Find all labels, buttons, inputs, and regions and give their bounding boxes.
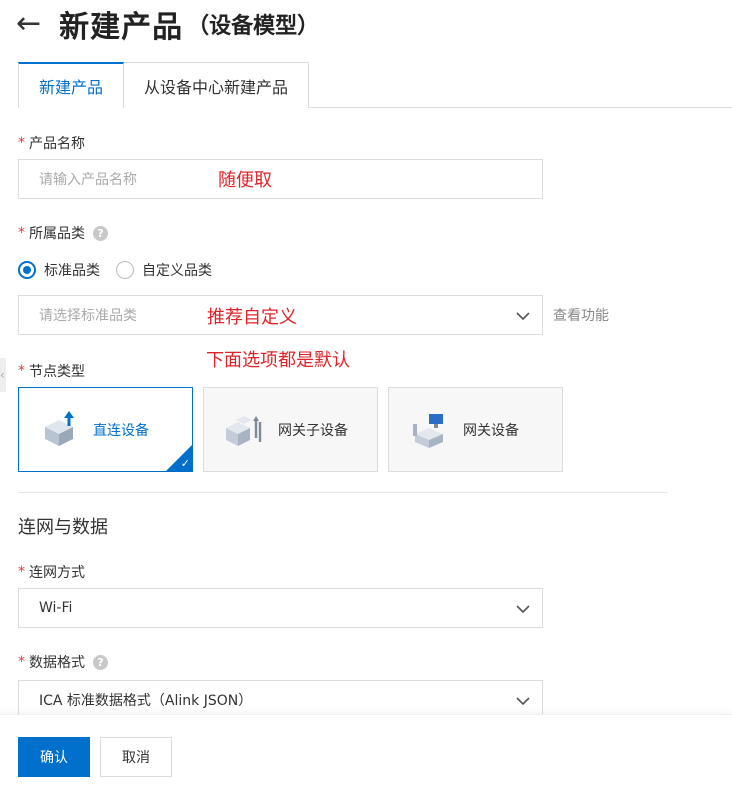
- data-format-value: ICA 标准数据格式（Alink JSON）: [39, 693, 253, 709]
- chevron-down-icon: [516, 312, 530, 321]
- node-type-label: * 节点类型: [18, 363, 85, 380]
- annotation-category: 推荐自定义: [207, 307, 297, 328]
- network-section-title: 连网与数据: [18, 517, 108, 538]
- view-features-link[interactable]: 查看功能: [553, 305, 609, 325]
- node-option-gateway-subdevice[interactable]: 网关子设备: [203, 387, 378, 472]
- radio-custom-category[interactable]: [116, 261, 134, 279]
- node-option-direct-device[interactable]: 直连设备 ✓: [18, 387, 193, 472]
- network-method-select[interactable]: Wi-Fi: [18, 588, 543, 628]
- data-format-label: * 数据格式 ?: [18, 652, 108, 672]
- required-asterisk: *: [18, 654, 25, 670]
- check-icon: ✓: [180, 457, 190, 470]
- category-radio-group: 标准品类 自定义品类: [18, 260, 228, 280]
- radio-standard-category[interactable]: [18, 261, 36, 279]
- network-method-value: Wi-Fi: [39, 600, 73, 616]
- product-name-label: * 产品名称: [18, 135, 85, 152]
- tab-new-product[interactable]: 新建产品: [18, 62, 125, 109]
- page-subtitle: （设备模型）: [187, 14, 320, 39]
- confirm-button[interactable]: 确认: [18, 737, 90, 777]
- node-option-gateway-device-label: 网关设备: [463, 422, 519, 439]
- node-option-gateway-device[interactable]: 网关设备: [388, 387, 563, 472]
- category-select-placeholder: 请选择标准品类: [39, 308, 137, 324]
- footer-bar: 确认 取消: [0, 714, 732, 786]
- side-collapse-handle[interactable]: ‹: [0, 358, 6, 392]
- tab-bar: 新建产品 从设备中心新建产品: [18, 62, 732, 109]
- product-name-input[interactable]: 请输入产品名称: [18, 159, 543, 199]
- gateway-subdevice-icon: [226, 415, 262, 446]
- cancel-button[interactable]: 取消: [100, 737, 172, 777]
- annotation-node-type: 下面选项都是默认: [206, 350, 350, 371]
- required-asterisk: *: [18, 135, 25, 151]
- annotation-product-name: 随便取: [218, 170, 272, 191]
- chevron-down-icon: [516, 605, 530, 614]
- help-icon[interactable]: ?: [93, 225, 108, 241]
- chevron-down-icon: [516, 697, 530, 706]
- section-divider: [18, 492, 668, 493]
- page-header: ← 新建产品 （设备模型）: [16, 4, 320, 46]
- page-title: 新建产品: [59, 10, 184, 45]
- category-label: * 所属品类 ?: [18, 223, 108, 243]
- required-asterisk: *: [18, 363, 25, 379]
- help-icon[interactable]: ?: [93, 654, 108, 670]
- node-option-gateway-subdevice-label: 网关子设备: [278, 422, 348, 439]
- arrow-left-icon[interactable]: ←: [16, 9, 41, 39]
- product-name-placeholder: 请输入产品名称: [39, 172, 137, 188]
- node-option-direct-device-label: 直连设备: [93, 422, 149, 439]
- direct-device-icon: [45, 410, 74, 446]
- tab-new-from-device-center[interactable]: 从设备中心新建产品: [124, 62, 310, 108]
- required-asterisk: *: [18, 225, 25, 241]
- network-method-label: * 连网方式: [18, 564, 85, 581]
- gateway-device-icon: [413, 413, 443, 448]
- radio-custom-category-label[interactable]: 自定义品类: [142, 260, 212, 280]
- required-asterisk: *: [18, 564, 25, 580]
- radio-standard-category-label[interactable]: 标准品类: [44, 260, 100, 280]
